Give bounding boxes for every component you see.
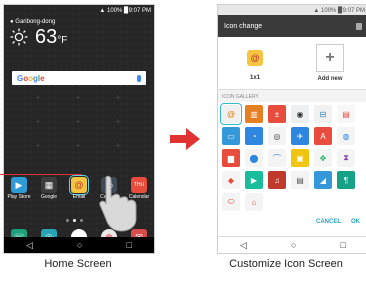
back-button[interactable]: ◁ [240,240,247,251]
hourglass-icon[interactable]: ⧗ [337,149,355,167]
plane-icon[interactable]: ✈ [291,127,309,145]
add-new-button[interactable]: + Add new [316,44,344,82]
hanger-icon[interactable]: ⌒ [268,149,286,167]
globe-icon[interactable]: ◍ [337,127,355,145]
microphone-icon[interactable] [137,74,141,82]
book-icon[interactable]: ▆ [222,149,240,167]
person-icon[interactable]: ⬤ [245,149,263,167]
navigation-bar: ◁ ○ □ [218,236,366,253]
home-button[interactable]: ○ [77,240,82,250]
play-icon[interactable]: ▶ [245,171,263,189]
page-indicator [66,219,83,222]
app-google[interactable]: ▦ Google [36,177,62,200]
gamepad-icon[interactable]: ✥ [314,149,332,167]
recents-button[interactable]: □ [341,240,346,250]
icon-preview: @ 1x1 + Add new [218,37,366,90]
icon-gallery-grid: @ ▥ ± ◉ ⊟ ▤ ▭ ◔ ◎ ✈ A ◍ ▆ ⬤ ⌒ ▣ ✥ ⧗ ◆ ▶ ♫ ▤ ◢ ¶ ⬭ ⌂ [218,102,366,214]
font-icon[interactable]: A [314,127,332,145]
navigation-bar: ◁ ○ □ [4,237,154,253]
preview-1x1[interactable]: @ 1x1 [242,45,268,81]
play-store-icon: ▶ [11,177,27,193]
app-label: Google [40,194,58,200]
recents-button[interactable]: □ [127,240,132,250]
google-search-bar[interactable]: Google [12,71,146,85]
touch-hand-icon [99,175,137,232]
add-new-label: Add new [317,76,343,82]
app-label: Email [72,194,86,200]
caption-home-screen: Home Screen [44,258,112,270]
contacts-icon[interactable]: ◎ [268,127,286,145]
plus-icon: + [316,44,344,72]
picture-icon[interactable]: ◢ [314,171,332,189]
status-bar: ▲ 100% ▉9:07 PM [4,5,154,15]
cancel-button[interactable]: CANCEL [316,219,341,225]
trash-icon[interactable] [356,22,362,30]
dialog-buttons: CANCEL OK [218,219,366,225]
weather-widget[interactable]: ● Garibong-dong 63°F [10,19,67,50]
map-icon[interactable]: ◆ [222,171,240,189]
page-title: Icon change [224,22,263,30]
home-button[interactable]: ○ [291,240,296,250]
email-icon: @ [242,45,268,71]
memo-icon[interactable]: ▤ [291,171,309,189]
page-dot [80,219,83,222]
page-dot-active [73,219,76,222]
gallery-title: ICON GALLERY [218,90,366,102]
ok-button[interactable]: OK [351,219,360,225]
email-icon: @ [69,175,89,195]
callout-line [0,174,82,175]
dining-icon[interactable]: ¶ [337,171,355,189]
notes-icon[interactable]: ▤ [337,105,355,123]
headphones-icon[interactable]: ♫ [268,171,286,189]
email-icon[interactable]: @ [220,103,242,125]
google-logo: Google [17,73,45,83]
sun-icon [10,28,28,46]
back-button[interactable]: ◁ [26,240,33,251]
google-folder-icon: ▦ [41,177,57,193]
calculator-icon[interactable]: ± [268,105,286,123]
chat-icon[interactable]: ◔ [245,127,263,145]
car-icon[interactable]: ⊟ [314,105,332,123]
app-email[interactable]: @ Email [66,175,92,200]
icon-change-header: Icon change [218,15,366,37]
weather-location: ● Garibong-dong [10,19,56,25]
arrow-right-icon [170,128,200,150]
tools-icon[interactable]: ▥ [245,105,263,123]
empty-slot-grid: + + + + + + + + + [36,95,121,150]
temperature: 63°F [35,26,68,50]
status-bar: ▲ 100% ▉9:07 PM [218,5,366,15]
camera-icon[interactable]: ◉ [291,105,309,123]
temperature-value: 63 [35,26,58,48]
card-icon[interactable]: ▭ [222,127,240,145]
home-screen-phone: ▲ 100% ▉9:07 PM ● Garibong-dong 63°F Goo… [3,4,155,254]
customize-icon-phone: ▲ 100% ▉9:07 PM Icon change @ 1x1 + Add … [217,4,366,254]
status-text: ▲ 100% ▉9:07 PM [313,7,365,14]
temperature-unit: °F [57,35,68,46]
app-play-store[interactable]: ▶ Play Store [6,177,32,200]
folder-icon[interactable]: ▣ [291,149,309,167]
preview-label: 1x1 [249,75,260,81]
gift-icon[interactable]: ⌂ [245,193,263,211]
status-text: ▲ 100% ▉9:07 PM [99,7,151,14]
page-dot [66,219,69,222]
caption-customize-icon-screen: Customize Icon Screen [229,258,343,270]
toggle-icon[interactable]: ⬭ [222,193,240,211]
app-label: Play Store [7,194,31,200]
